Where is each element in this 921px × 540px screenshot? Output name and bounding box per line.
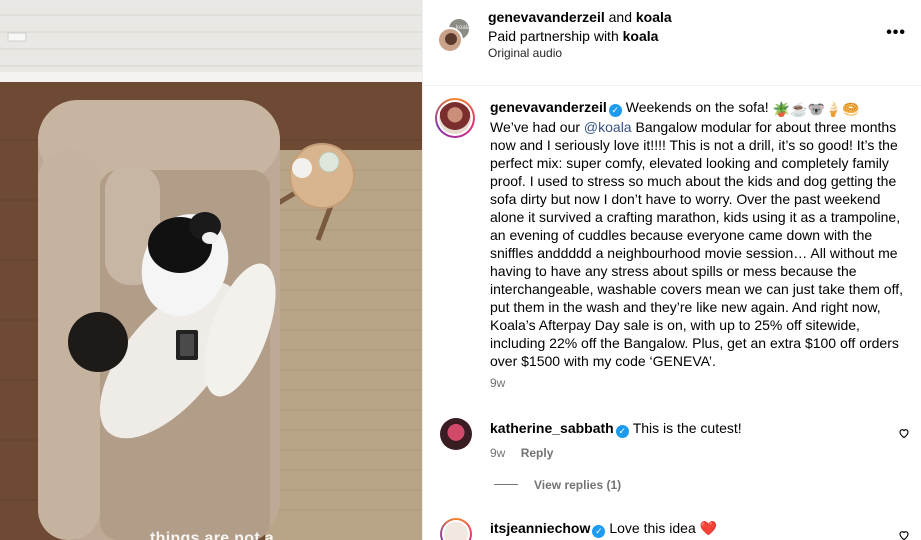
heart-emoji: ❤️ xyxy=(699,520,718,536)
caption-text: genevavanderzeil ✓ Weekends on the sofa! 🪴… xyxy=(490,98,910,370)
paid-partnership: Paid partnership with koala xyxy=(488,28,658,44)
post-panel: koala genevavanderzeil and koala Paid pa… xyxy=(422,0,921,540)
verified-badge-icon: ✓ xyxy=(615,425,629,438)
coauthor-username[interactable]: koala xyxy=(636,9,672,25)
commenter-username[interactable]: itsjeanniechow xyxy=(490,520,590,536)
comment-text: itsjeanniechow ✓ Love this idea ❤️ xyxy=(490,519,717,538)
partnership-brand[interactable]: koala xyxy=(623,28,659,44)
post-photo[interactable]: things are not a xyxy=(0,0,422,540)
reply-button[interactable]: Reply xyxy=(521,446,554,460)
comment-text: katherine_sabbath ✓ This is the cutest! xyxy=(490,419,742,438)
commenter-username[interactable]: katherine_sabbath xyxy=(490,420,614,436)
verified-badge-icon: ✓ xyxy=(592,525,606,538)
photo-illustration xyxy=(0,0,422,540)
video-caption-text: things are not a xyxy=(150,530,274,540)
more-options-icon[interactable]: ••• xyxy=(886,24,906,42)
comment-time[interactable]: 9w xyxy=(490,446,505,460)
like-heart-icon[interactable] xyxy=(898,427,910,439)
commenter-avatar[interactable] xyxy=(440,518,472,540)
comment-body: This is the cutest! xyxy=(632,420,742,436)
post-authors: genevavanderzeil and koala xyxy=(488,9,672,25)
view-replies-button[interactable]: View replies (1) xyxy=(494,478,621,492)
caption-avatar[interactable] xyxy=(435,98,475,138)
comment-body: Love this idea xyxy=(609,520,696,536)
caption-timestamp[interactable]: 9w xyxy=(490,376,505,390)
collab-avatars[interactable]: koala xyxy=(437,17,473,53)
and-text: and xyxy=(608,9,632,25)
commenter-avatar[interactable] xyxy=(440,418,472,450)
caption-body: Bangalow modular for about three months … xyxy=(490,119,903,369)
audio-link[interactable]: Original audio xyxy=(488,46,562,60)
post-header: koala genevavanderzeil and koala Paid pa… xyxy=(423,0,921,86)
partnership-label: Paid partnership with xyxy=(488,28,619,44)
caption-username[interactable]: genevavanderzeil xyxy=(490,99,607,115)
like-heart-icon[interactable] xyxy=(898,529,910,540)
mention-link[interactable]: @koala xyxy=(584,119,632,135)
caption-pre-mention: We’ve had our xyxy=(490,119,584,135)
caption-emojis: 🪴☕️🐨🍦🥯 xyxy=(772,101,860,117)
verified-badge-icon: ✓ xyxy=(608,104,622,117)
comment-meta: 9w Reply xyxy=(490,446,553,460)
genevavanderzeil-avatar[interactable] xyxy=(437,27,463,53)
caption-first-line: Weekends on the sofa! xyxy=(625,99,769,115)
author-username[interactable]: genevavanderzeil xyxy=(488,9,605,25)
